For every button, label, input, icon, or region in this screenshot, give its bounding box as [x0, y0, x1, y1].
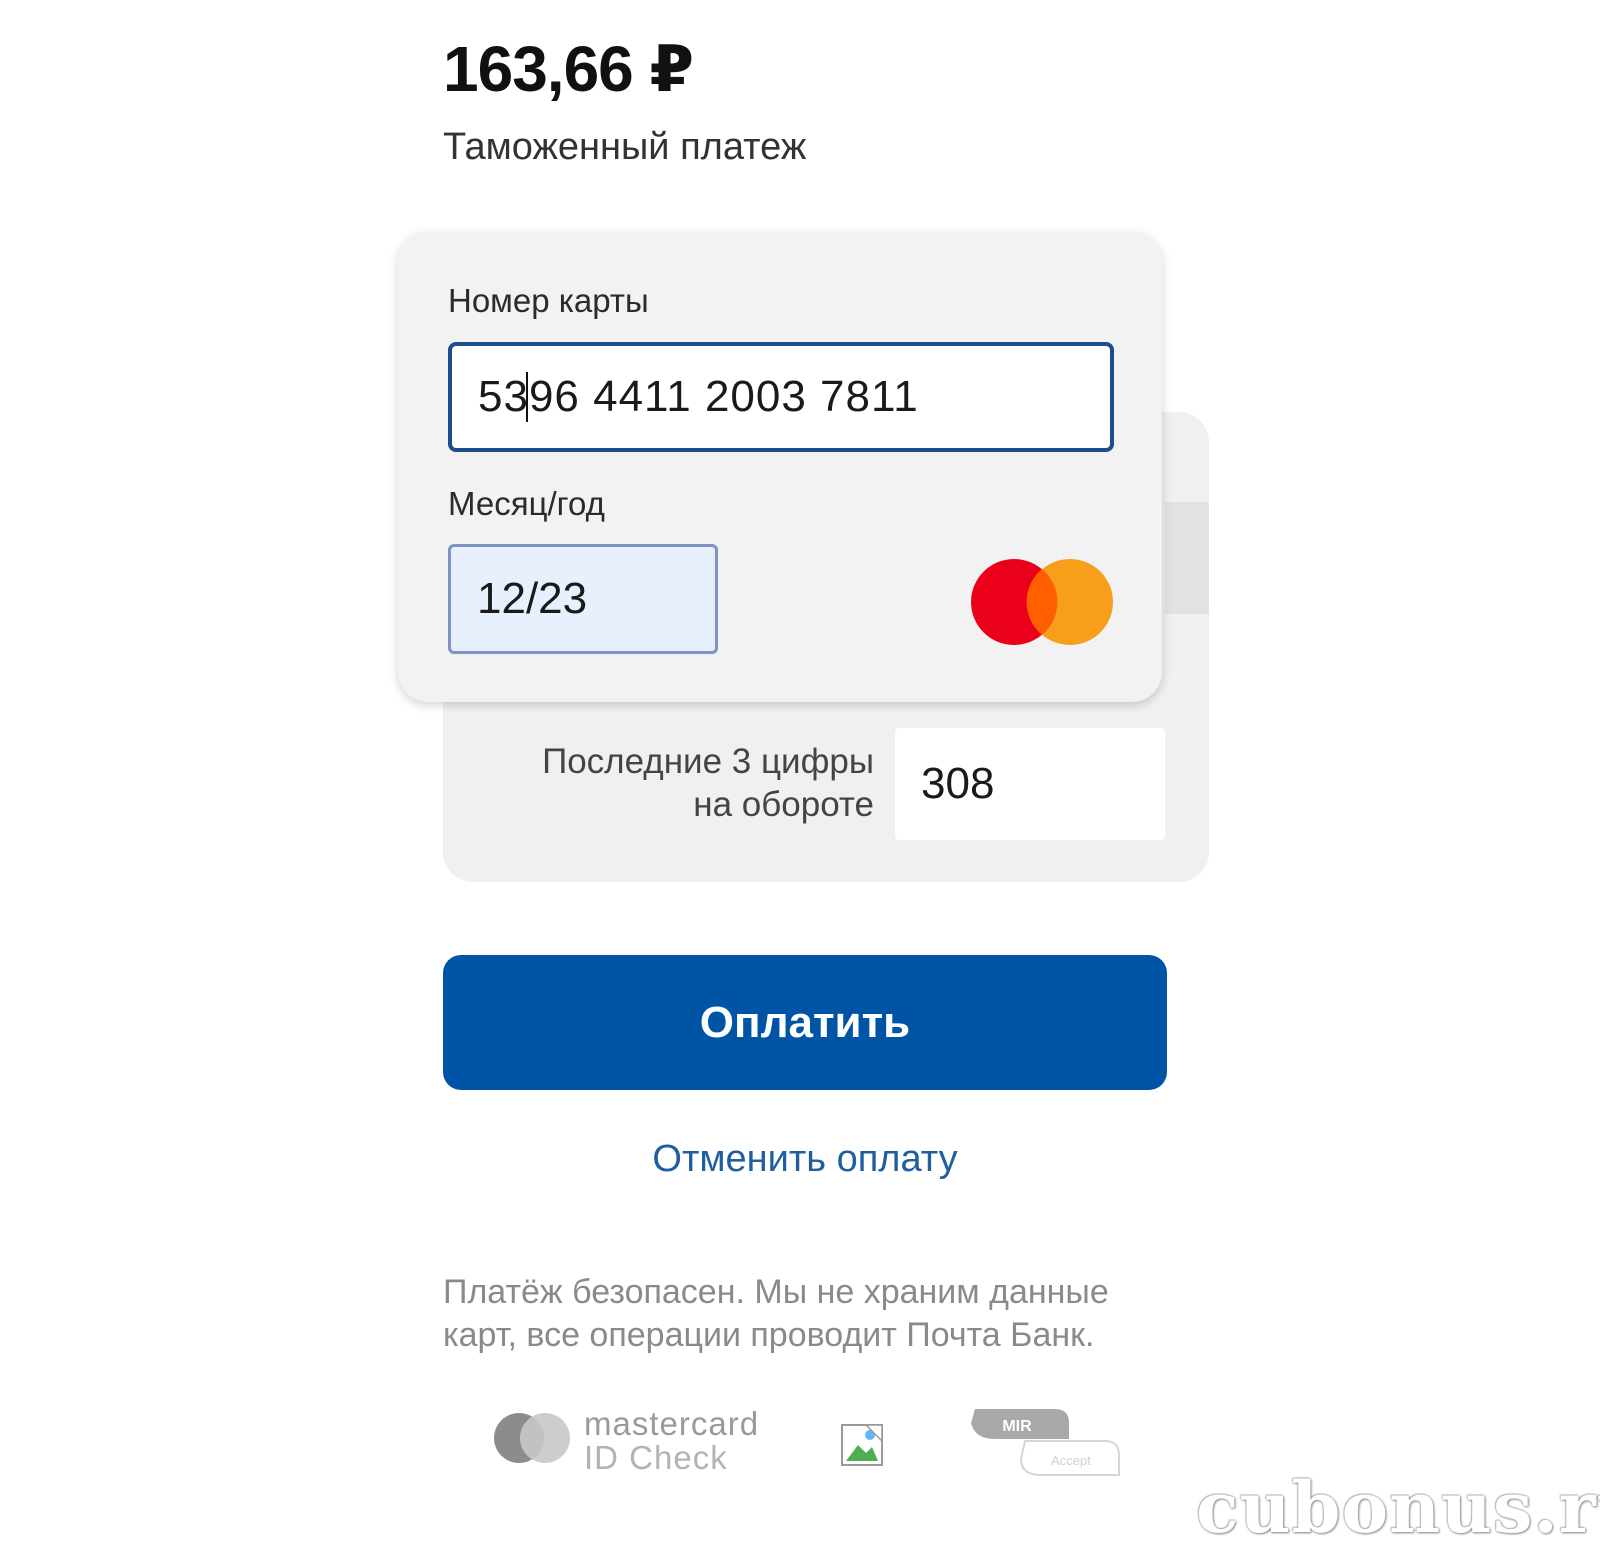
security-notice-line1: Платёж безопасен. Мы не храним данные [443, 1273, 1109, 1311]
mastercard-id-text: mastercard [584, 1405, 760, 1442]
mastercard-id-check-badge: mastercard ID Check [490, 1405, 760, 1485]
mastercard-icon [971, 559, 1113, 645]
payment-amount: 163,66 ₽ [443, 33, 694, 105]
cvv-input[interactable] [895, 728, 1165, 840]
payment-badges: mastercard ID Check MIR Accept [490, 1405, 1130, 1505]
card-number-input[interactable] [448, 342, 1114, 452]
card-front-panel: Номер карты Месяц/год [398, 232, 1162, 702]
card-magnetic-stripe [1165, 502, 1209, 614]
security-notice: Платёж безопасен. Мы не храним данные ка… [443, 1271, 1183, 1357]
pay-button[interactable]: Оплатить [443, 955, 1167, 1090]
mastercard-id-subtext: ID Check [584, 1439, 728, 1476]
card-number-label: Номер карты [448, 282, 649, 319]
cvv-label-line1: Последние 3 цифры [542, 742, 874, 781]
expiry-label: Месяц/год [448, 485, 605, 522]
security-notice-line2: карт, все операции проводит Почта Банк. [443, 1316, 1095, 1354]
payment-purpose: Таможенный платеж [443, 126, 807, 168]
mir-sub-label: Accept [1051, 1453, 1091, 1468]
mir-label: MIR [1002, 1418, 1032, 1435]
broken-image-icon [841, 1424, 883, 1466]
text-cursor [526, 372, 528, 422]
cvv-label-line2: на обороте [693, 785, 874, 824]
mastercard-id-circle-right [520, 1413, 570, 1463]
cvv-label: Последние 3 цифры на обороте [450, 740, 874, 826]
watermark: cubonus.ru [1196, 1466, 1600, 1549]
expiry-input[interactable] [448, 544, 718, 654]
mir-accept-badge: MIR Accept [971, 1409, 1120, 1476]
cancel-payment-link[interactable]: Отменить оплату [443, 1138, 1167, 1181]
